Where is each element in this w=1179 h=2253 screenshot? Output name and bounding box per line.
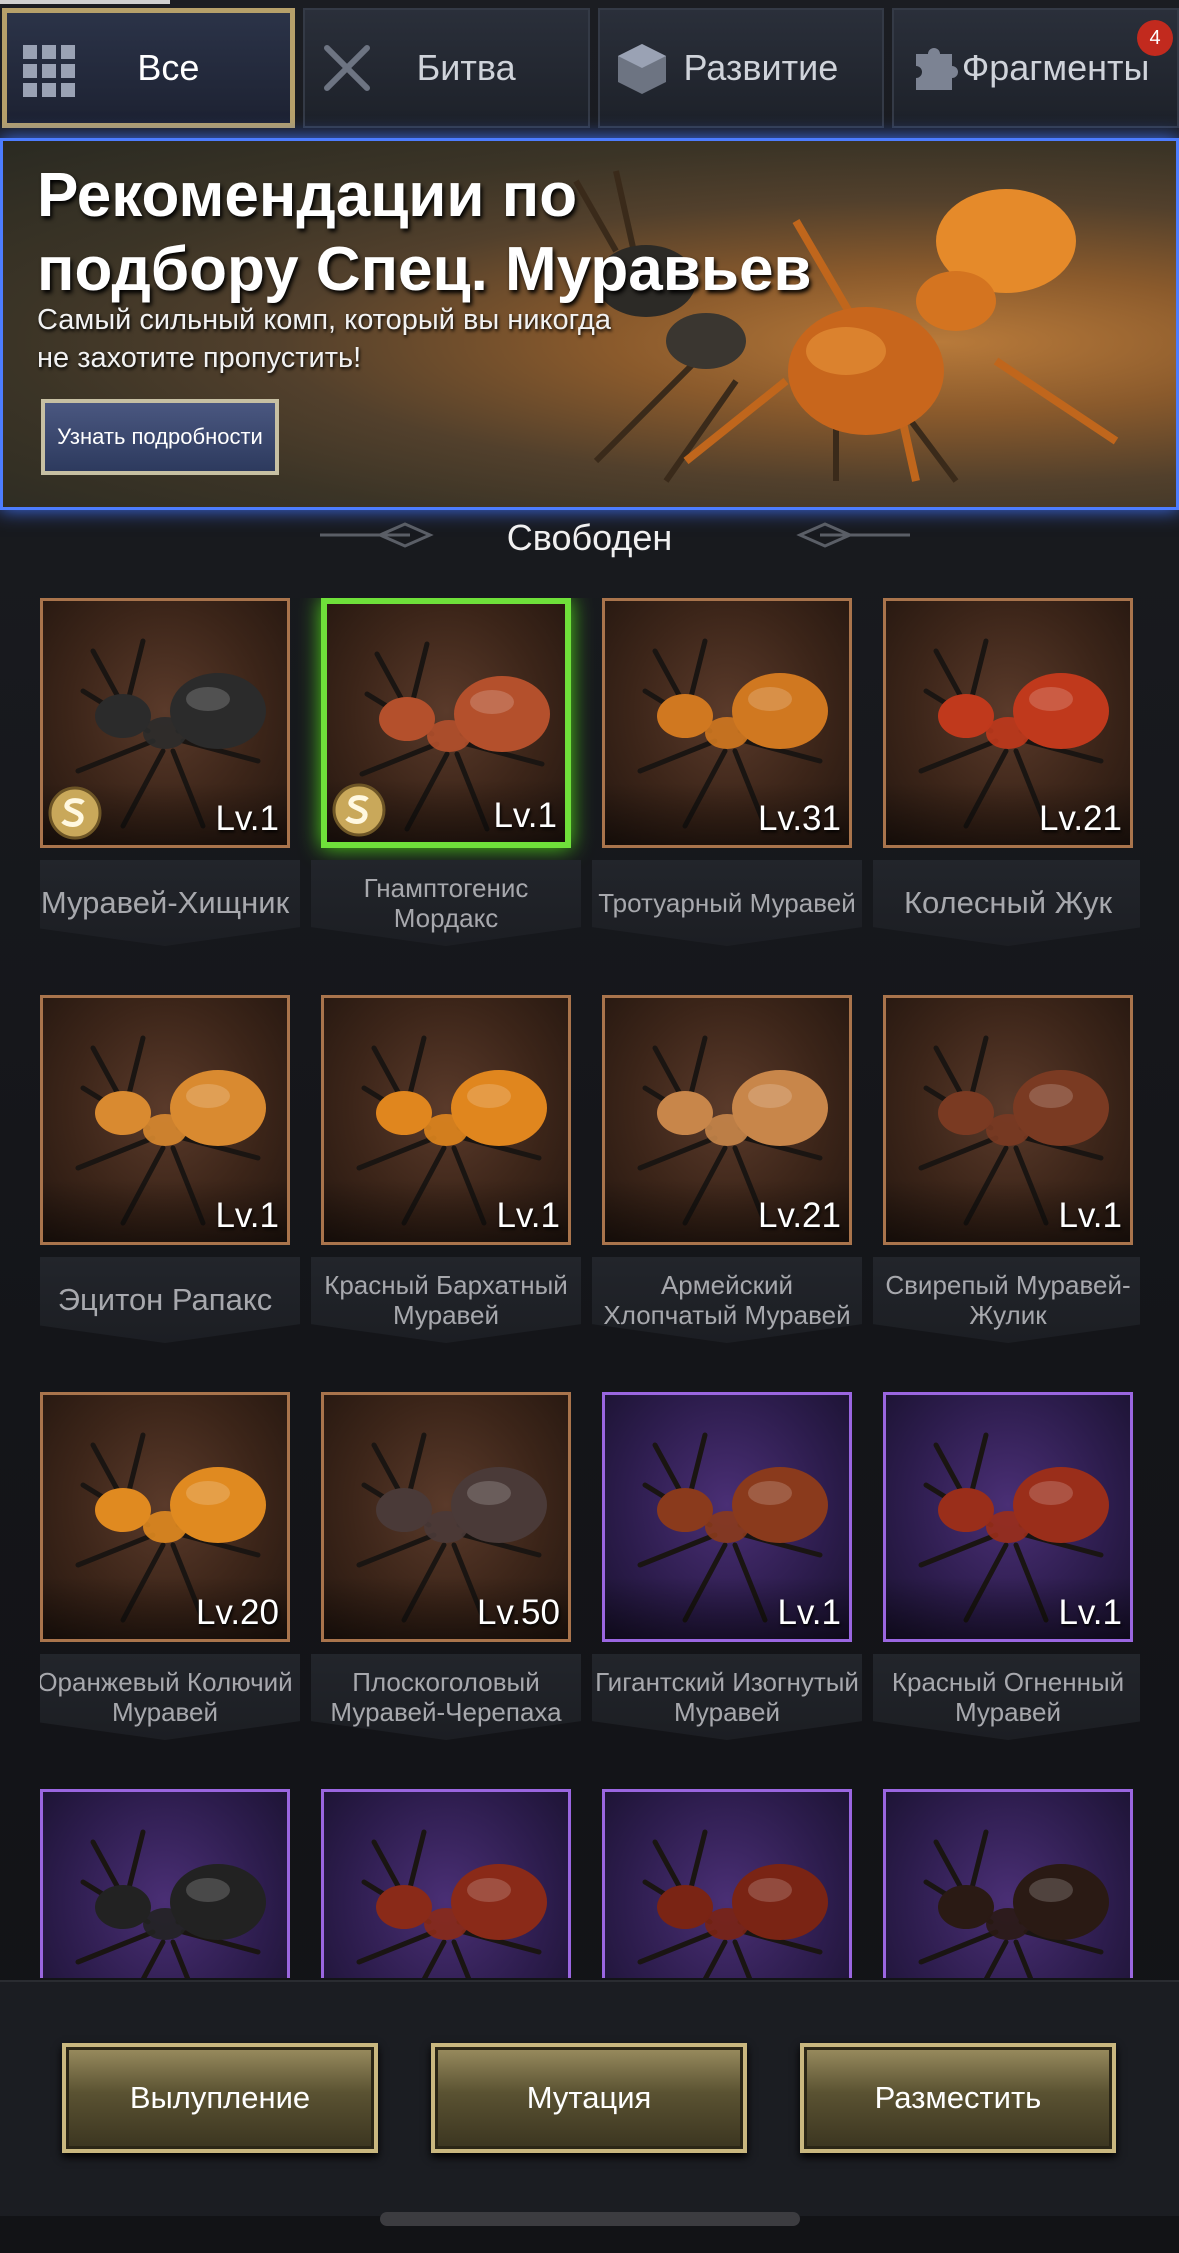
mutation-button[interactable]: Мутация [431, 2043, 747, 2153]
banner-title-line-1: Рекомендации по [37, 161, 578, 230]
banner-title: Рекомендации по подбору Спец. Муравьев [37, 159, 812, 307]
tab-all[interactable]: Все [2, 8, 295, 128]
ant-card[interactable]: Lv.20 Оранжевый Колючий Муравей [40, 1392, 300, 1762]
ant-level: Lv.1 [215, 1196, 279, 1235]
banner-subtitle: Самый сильный комп, который вы никогда н… [37, 301, 611, 377]
tab-label: Битва [416, 47, 516, 88]
ant-name: Гнамптогенис Мордакс [311, 860, 581, 946]
ant-image [637, 1829, 828, 1978]
ant-portrait[interactable] [883, 1789, 1133, 1978]
ant-level: Lv.21 [757, 1196, 841, 1235]
recommendation-banner[interactable]: Рекомендации по подбору Спец. Муравьев С… [0, 138, 1179, 510]
tab-development[interactable]: Развитие [597, 8, 885, 128]
ant-name: Оранжевый Колючий Муравей [40, 1654, 300, 1740]
ant-level: Lv.21 [1038, 799, 1122, 838]
ant-level: Lv.50 [476, 1593, 560, 1632]
ant-card[interactable]: Lv.21 Армейский Хлопчатый Муравей [592, 995, 862, 1365]
ant-portrait[interactable]: Lv.21 [883, 598, 1133, 848]
ant-portrait[interactable] [40, 1789, 290, 1978]
ant-card[interactable]: Lv.1 Гнамптогенис Мордакс [311, 598, 581, 968]
ant-portrait[interactable]: Lv.21 [602, 995, 852, 1245]
ant-portrait[interactable]: Lv.1 [321, 598, 571, 848]
status-line [0, 0, 170, 4]
special-s-icon [48, 786, 102, 840]
ant-card[interactable]: Lv.1 Гигантский Изогнутый Муравей [592, 1392, 862, 1762]
cube-icon [617, 44, 666, 94]
ant-card[interactable] [602, 1789, 852, 1978]
ant-name: Эцитон Рапакс [40, 1257, 300, 1343]
tab-label: Фрагменты [961, 47, 1150, 88]
ant-level: Lv.1 [1058, 1196, 1122, 1235]
banner-title-line-2: подбору Спец. Муравьев [37, 235, 812, 304]
crossed-swords-icon [323, 45, 370, 91]
notification-badge: 4 [1137, 20, 1173, 56]
tab-label: Все [137, 47, 200, 88]
ant-level: Lv.1 [493, 796, 557, 835]
place-button[interactable]: Разместить [800, 2043, 1116, 2153]
ant-portrait[interactable]: Lv.1 [883, 1392, 1133, 1642]
ant-image [75, 1829, 266, 1978]
ant-portrait[interactable]: Lv.1 [602, 1392, 852, 1642]
ant-name: Свирепый Муравей-Жулик [873, 1257, 1140, 1343]
ant-level: Lv.1 [496, 1196, 560, 1235]
ant-level: Lv.31 [757, 799, 841, 838]
special-s-icon [332, 783, 386, 837]
ant-level: Lv.1 [1058, 1593, 1122, 1632]
ant-portrait[interactable]: Lv.1 [883, 995, 1133, 1245]
ant-portrait[interactable] [321, 1789, 571, 1978]
ant-name: Колесный Жук [873, 860, 1140, 946]
ant-name: Армейский Хлопчатый Муравей [592, 1257, 862, 1343]
tab-battle[interactable]: Битва [302, 8, 590, 128]
ant-portrait[interactable]: Lv.31 [602, 598, 852, 848]
section-title: Свободен [506, 517, 673, 558]
ant-name: Гигантский Изогнутый Муравей [592, 1654, 862, 1740]
ant-card[interactable] [40, 1789, 290, 1978]
ant-image [918, 1829, 1109, 1978]
ant-card[interactable]: Lv.1 Эцитон Рапакс [40, 995, 300, 1365]
learn-more-button[interactable]: Узнать подробности [41, 399, 279, 475]
ornament-right-icon [796, 522, 910, 548]
ant-portrait[interactable]: Lv.20 [40, 1392, 290, 1642]
ant-portrait[interactable] [602, 1789, 852, 1978]
hatch-button[interactable]: Вылупление [62, 2043, 378, 2153]
tab-label: Развитие [683, 47, 839, 88]
ant-card[interactable]: Lv.21 Колесный Жук [873, 598, 1140, 968]
home-indicator [380, 2212, 800, 2226]
category-tabs: Все Битва Развитие Фрагменты 4 [0, 8, 1179, 132]
ant-name: Муравей-Хищник [40, 860, 300, 946]
ant-image [356, 1829, 547, 1978]
grid-icon [23, 45, 75, 97]
banner-subtitle-line-1: Самый сильный комп, который вы никогда [37, 304, 611, 336]
tab-fragments[interactable]: Фрагменты 4 [892, 8, 1179, 128]
ant-level: Lv.1 [777, 1593, 841, 1632]
ant-card[interactable]: Lv.1 Красный Огненный Муравей [873, 1392, 1140, 1762]
ant-grid: Lv.1 Муравей-Хищник Lv.1 Гнамптогенис Морда… [40, 598, 1140, 1978]
puzzle-icon [916, 48, 959, 90]
ant-level: Lv.1 [215, 799, 279, 838]
ant-name: Тротуарный Муравей [592, 860, 862, 946]
ant-card[interactable]: Lv.50 Плоскоголовый Муравей-Черепаха [311, 1392, 581, 1762]
ant-name: Красный Бархатный Муравей [311, 1257, 581, 1343]
ant-card[interactable]: Lv.31 Тротуарный Муравей [592, 598, 862, 968]
ant-card[interactable] [321, 1789, 571, 1978]
ant-portrait[interactable]: Lv.1 [40, 995, 290, 1245]
ant-portrait[interactable]: Lv.50 [321, 1392, 571, 1642]
ant-card[interactable]: Lv.1 Красный Бархатный Муравей [311, 995, 581, 1365]
app-screen: Все Битва Развитие Фрагменты 4 Рекоменда… [0, 0, 1179, 2253]
ant-card[interactable]: Lv.1 Муравей-Хищник [40, 598, 300, 968]
ant-card[interactable]: Lv.1 Свирепый Муравей-Жулик [873, 995, 1140, 1365]
ant-level: Lv.20 [195, 1593, 279, 1632]
ant-card[interactable] [883, 1789, 1133, 1978]
ant-name: Плоскоголовый Муравей-Черепаха [311, 1654, 581, 1740]
ant-portrait[interactable]: Lv.1 [40, 598, 290, 848]
ant-name: Красный Огненный Муравей [873, 1654, 1140, 1740]
ant-portrait[interactable]: Lv.1 [321, 995, 571, 1245]
banner-subtitle-line-2: не захотите пропустить! [37, 342, 362, 374]
